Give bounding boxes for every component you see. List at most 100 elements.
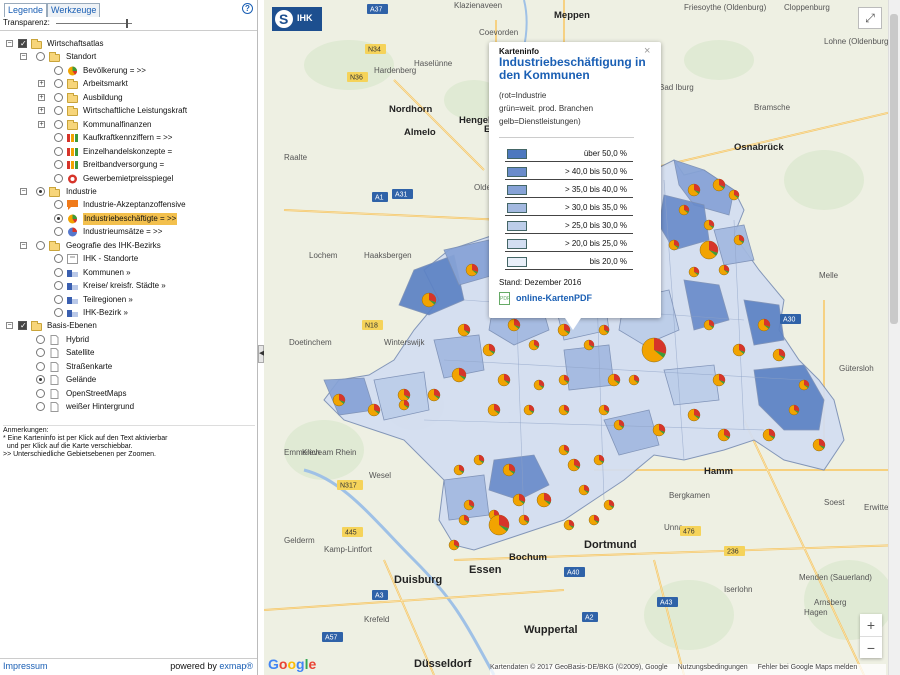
tree-item[interactable]: + Ausbildung [0, 92, 257, 104]
scrollbar-thumb[interactable] [890, 14, 898, 324]
fullscreen-button[interactable]: ⤢ [858, 7, 882, 29]
tree-item[interactable]: − Wirtschaftsatlas [0, 38, 257, 50]
ihk-logo: IHK [272, 7, 322, 31]
pdf-link[interactable]: online-KartenPDF [516, 293, 592, 303]
tree-item-label: Hybrid [66, 334, 90, 344]
layer-radio[interactable] [54, 200, 63, 210]
terms-link[interactable]: Nutzungsbedingungen [678, 664, 748, 671]
tree-item[interactable]: Teilregionen » [0, 294, 257, 306]
collapse-icon[interactable]: − [6, 322, 13, 330]
karteninfo-popup[interactable]: × Karteninfo Industriebeschäftigung in d… [489, 42, 661, 330]
layer-radio[interactable] [36, 361, 45, 371]
tree-item[interactable]: Straßenkarte [0, 361, 257, 373]
tree-item[interactable]: Kaufkraftkennziffern = >> [0, 132, 257, 144]
legend-label: über 50,0 % [583, 149, 627, 158]
tree-item[interactable]: Einzelhandelskonzepte = [0, 146, 257, 158]
place-label: Arnsberg [814, 598, 846, 607]
layer-radio[interactable] [36, 388, 45, 398]
tree-item[interactable]: Hybrid [0, 334, 257, 346]
tree-item[interactable]: Industrieumsätze = >> [0, 226, 257, 238]
zoom-in-button[interactable]: + [860, 614, 882, 636]
zoom-out-button[interactable]: − [860, 636, 882, 658]
layer-radio[interactable] [36, 52, 45, 62]
notes-line-3: >> Unterschiedliche Gebietsebenen per Zo… [3, 451, 156, 458]
layer-radio[interactable] [36, 375, 45, 385]
layer-radio[interactable] [54, 254, 63, 264]
layer-radio[interactable] [54, 281, 63, 291]
layer-radio[interactable] [36, 348, 45, 358]
layer-radio[interactable] [54, 119, 63, 129]
tree-item[interactable]: Kreise/ kreisfr. Städte » [0, 280, 257, 292]
tab-werkzeuge[interactable]: Werkzeuge [47, 3, 101, 17]
tree-item[interactable]: Bevölkerung = >> [0, 65, 257, 77]
help-icon[interactable]: ? [242, 3, 253, 14]
place-label: Hardenberg [374, 66, 416, 75]
place-label: Wuppertal [524, 624, 578, 636]
layer-radio[interactable] [54, 227, 63, 237]
tree-item[interactable]: Gelände [0, 374, 257, 386]
layer-checkbox[interactable] [18, 320, 27, 332]
powered-prefix: powered by [170, 661, 217, 671]
layer-radio[interactable] [36, 334, 45, 344]
pie-icon [67, 214, 78, 224]
transparency-slider[interactable] [56, 23, 132, 24]
layer-radio[interactable] [54, 294, 63, 304]
tree-item[interactable]: Industrie-Akzeptanzoffensive [0, 199, 257, 211]
tree-item[interactable]: − Basis-Ebenen [0, 320, 257, 332]
layer-radio[interactable] [54, 173, 63, 183]
layer-radio[interactable] [54, 106, 63, 116]
layer-radio[interactable] [54, 146, 63, 156]
exmap-link[interactable]: exmap® [219, 661, 253, 671]
expand-icon[interactable]: + [38, 80, 45, 88]
collapse-icon[interactable]: − [20, 241, 27, 249]
tree-item[interactable]: Satellite [0, 347, 257, 359]
tree-item[interactable]: Industriebeschäftigte = >> [0, 212, 257, 225]
tree-item[interactable]: weißer Hintergrund [0, 401, 257, 413]
report-error-link[interactable]: Fehler bei Google Maps melden [758, 664, 858, 671]
tree-item[interactable]: + Kommunalfinanzen [0, 119, 257, 131]
divider [499, 137, 634, 138]
tree-item[interactable]: − Industrie [0, 186, 257, 198]
tree-item[interactable]: Breitbandversorgung = [0, 159, 257, 171]
impressum-link[interactable]: Impressum [3, 661, 48, 671]
layer-radio[interactable] [36, 240, 45, 250]
layer-checkbox[interactable] [18, 38, 27, 50]
tree-item[interactable]: IHK-Bezirk » [0, 307, 257, 319]
layer-radio[interactable] [54, 160, 63, 170]
layer-radio[interactable] [54, 92, 63, 102]
place-label: Cloppenburg [784, 3, 830, 12]
tree-item[interactable]: + Arbeitsmarkt [0, 78, 257, 90]
collapse-icon[interactable]: − [6, 40, 13, 47]
road-shield-label: 236 [727, 549, 739, 556]
tree-item[interactable]: Gewerbemietpreisspiegel [0, 173, 257, 185]
layer-radio[interactable] [36, 402, 45, 412]
place-label: Meppen [554, 10, 590, 21]
tree-item-label: Industrie-Akzeptanzoffensive [83, 200, 186, 210]
layer-radio[interactable] [54, 133, 63, 143]
municipality-area [443, 474, 490, 521]
expand-icon[interactable]: + [38, 93, 45, 101]
tree-item[interactable]: IHK - Standorte [0, 253, 257, 265]
transparency-slider-handle[interactable] [126, 19, 128, 28]
layer-radio[interactable] [54, 267, 63, 277]
pie-icon [67, 66, 78, 76]
layer-radio[interactable] [54, 308, 63, 317]
tree-item[interactable]: − Standort [0, 51, 257, 63]
collapse-icon[interactable]: − [20, 53, 27, 61]
expand-icon[interactable]: + [38, 120, 45, 128]
place-label: Duisburg [394, 574, 442, 586]
tab-legende[interactable]: Legende [4, 3, 48, 17]
collapse-icon[interactable]: − [20, 187, 27, 195]
expand-icon[interactable]: + [38, 107, 45, 115]
tree-item-label: weißer Hintergrund [66, 402, 135, 412]
tree-item[interactable]: Kommunen » [0, 267, 257, 279]
tree-item[interactable]: − Geografie des IHK-Bezirks [0, 240, 257, 252]
layer-radio[interactable] [54, 65, 63, 75]
place-label: Doetinchem [289, 338, 332, 347]
tree-item[interactable]: OpenStreetMaps [0, 388, 257, 400]
layer-radio[interactable] [54, 213, 63, 223]
tree-item[interactable]: + Wirtschaftliche Leistungskraft [0, 105, 257, 117]
legend-panel: Legende Werkzeuge ? Transparenz: − Wirtsc… [0, 0, 258, 675]
layer-radio[interactable] [54, 79, 63, 89]
layer-radio[interactable] [36, 186, 45, 196]
